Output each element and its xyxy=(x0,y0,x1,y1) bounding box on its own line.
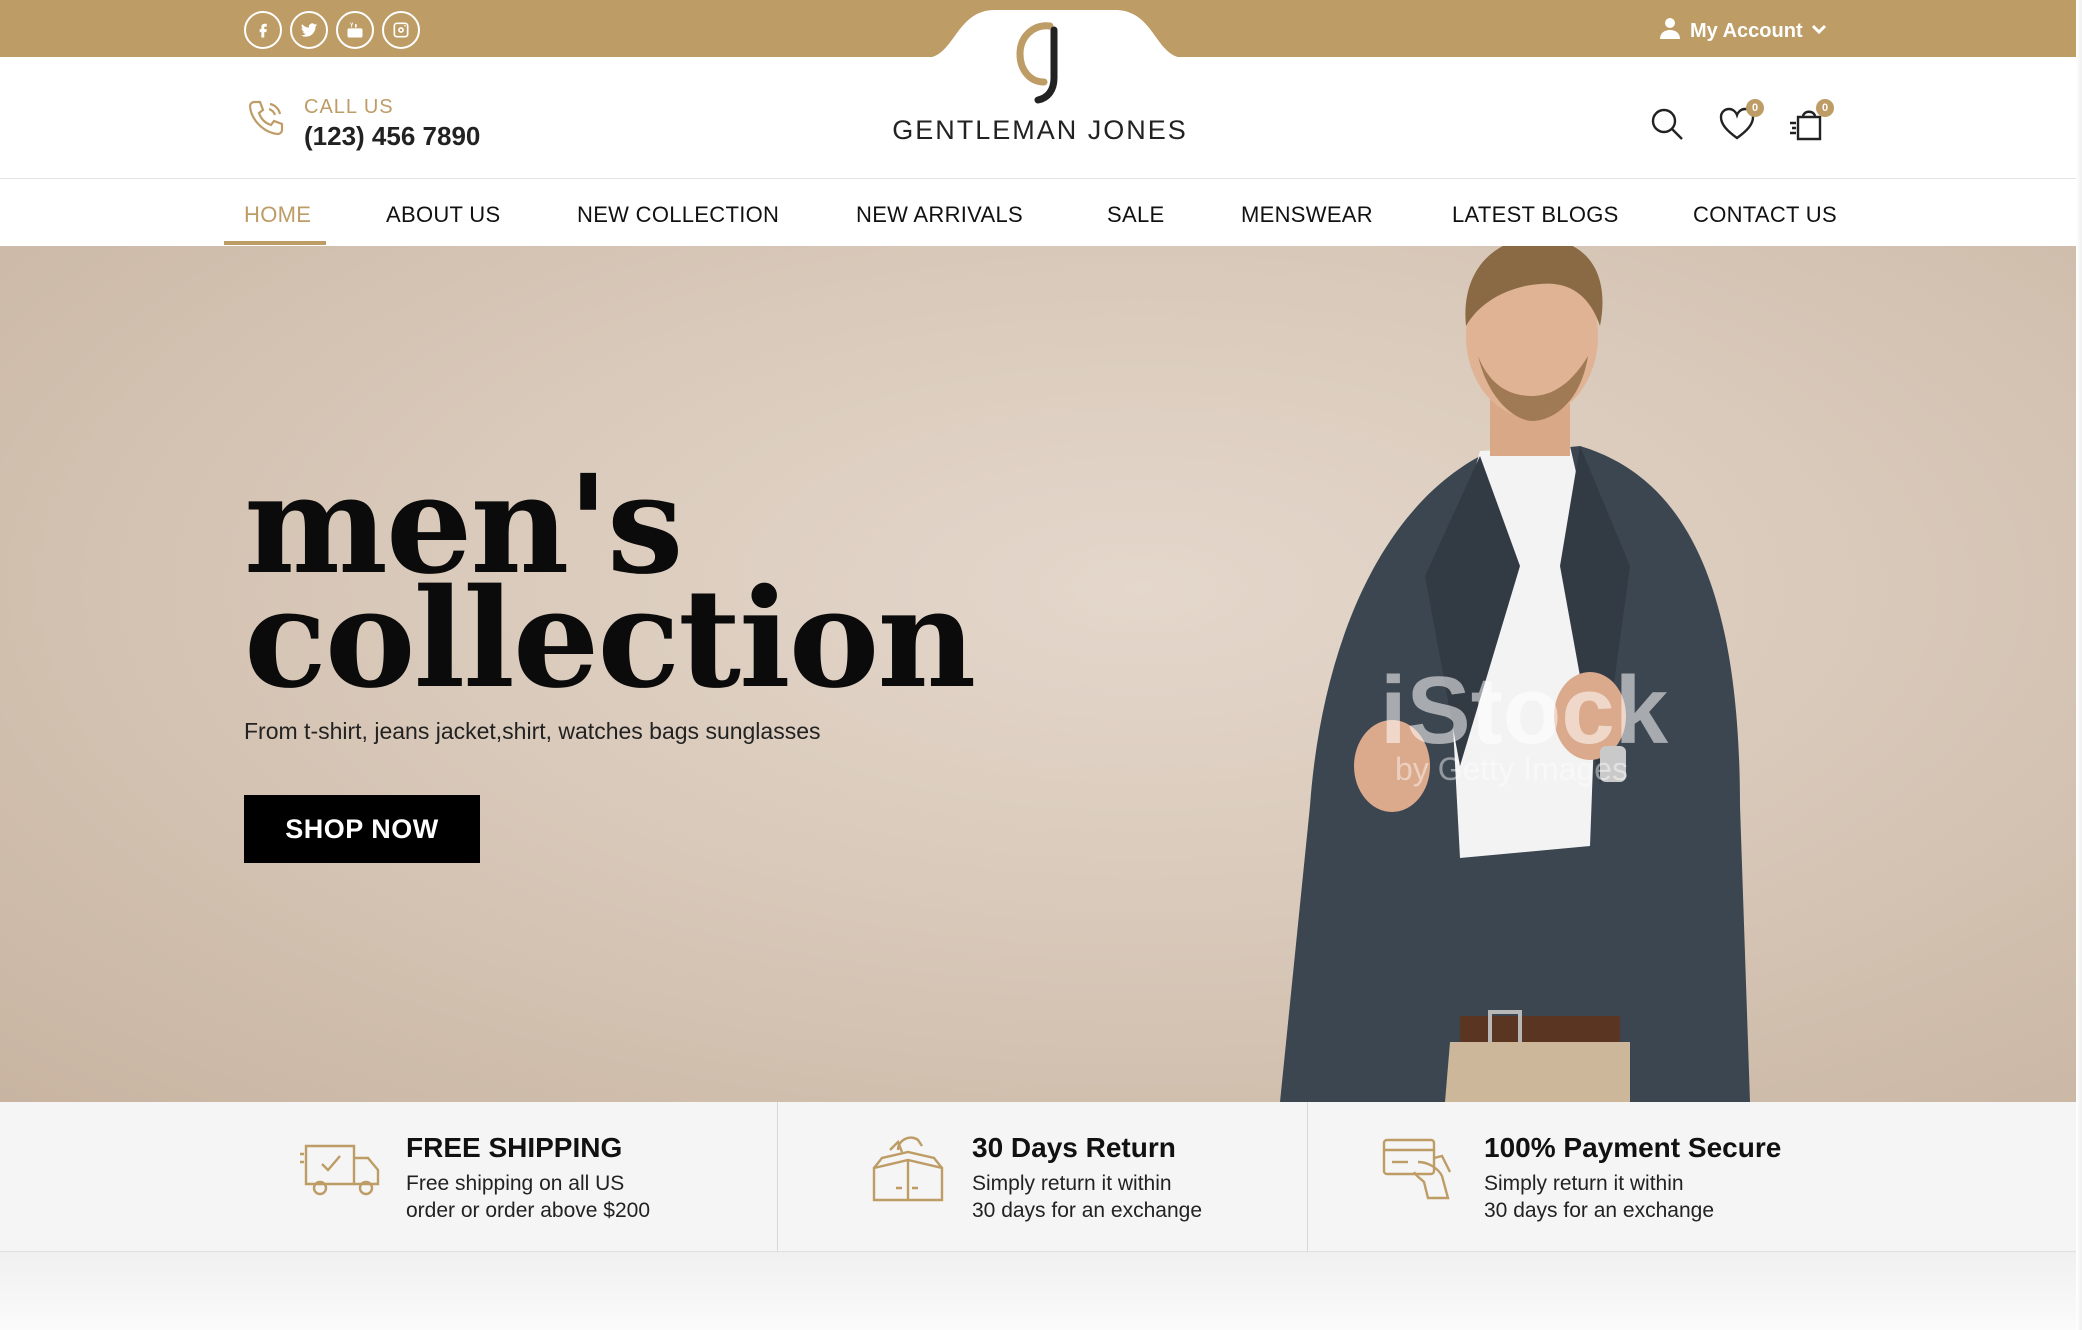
user-icon xyxy=(1658,16,1682,46)
card-payment-icon xyxy=(1378,1132,1462,1224)
phone-number[interactable]: (123) 456 7890 xyxy=(304,121,480,152)
nav-about-us[interactable]: ABOUT US xyxy=(386,202,500,228)
main-nav: HOME ABOUT US NEW COLLECTION NEW ARRIVAL… xyxy=(0,180,2076,246)
feature-text-line2: 30 days for an exchange xyxy=(972,1199,1202,1222)
brand-logo-mark[interactable] xyxy=(1010,18,1078,106)
my-account-menu[interactable]: My Account xyxy=(1658,16,1827,46)
feature-free-shipping: FREE SHIPPING Free shipping on all US or… xyxy=(300,1132,650,1224)
nav-sale[interactable]: SALE xyxy=(1107,202,1164,228)
shop-now-button[interactable]: SHOP NOW xyxy=(244,795,480,863)
search-icon[interactable] xyxy=(1648,105,1688,145)
nav-latest-blogs[interactable]: LATEST BLOGS xyxy=(1452,202,1619,228)
wishlist-button[interactable]: 0 xyxy=(1718,99,1764,147)
shopping-bag-icon xyxy=(1788,110,1826,147)
nav-menswear[interactable]: MENSWEAR xyxy=(1241,202,1373,228)
return-box-icon xyxy=(866,1132,950,1224)
window-edge xyxy=(2076,0,2082,1330)
feature-title: 30 Days Return xyxy=(972,1132,1176,1163)
facebook-icon[interactable] xyxy=(244,11,282,49)
nav-new-arrivals[interactable]: NEW ARRIVALS xyxy=(856,202,1023,228)
nav-active-indicator xyxy=(224,241,326,245)
twitter-icon[interactable] xyxy=(290,11,328,49)
feature-text-line1: Free shipping on all US xyxy=(406,1172,625,1195)
cart-count-badge: 0 xyxy=(1816,99,1834,117)
chevron-down-icon xyxy=(1811,20,1827,43)
call-us[interactable]: CALL US (123) 456 7890 xyxy=(244,96,480,152)
feature-payment-secure: 100% Payment Secure Simply return it wit… xyxy=(1378,1132,1781,1224)
hero-subtitle: From t-shirt, jeans jacket,shirt, watche… xyxy=(244,718,821,744)
social-links xyxy=(244,11,420,49)
header-actions: 0 0 xyxy=(1648,99,1834,147)
nav-contact-us[interactable]: CONTACT US xyxy=(1693,202,1837,228)
feature-text-line2: order or order above $200 xyxy=(406,1199,650,1222)
call-us-label: CALL US xyxy=(304,96,394,118)
feature-30-days-return: 30 Days Return Simply return it within 3… xyxy=(866,1132,1202,1224)
feature-text-line1: Simply return it within xyxy=(972,1172,1172,1195)
feature-text-line1: Simply return it within xyxy=(1484,1172,1684,1195)
page-footer-strip xyxy=(0,1252,2076,1330)
wishlist-count-badge: 0 xyxy=(1746,99,1764,117)
feature-title: FREE SHIPPING xyxy=(406,1132,623,1163)
feature-title: 100% Payment Secure xyxy=(1484,1132,1782,1163)
brand-name[interactable]: GENTLEMAN JONES xyxy=(880,115,1200,146)
stock-watermark-sub: by Getty Images xyxy=(1395,751,1628,787)
truck-icon xyxy=(300,1132,384,1224)
youtube-icon[interactable] xyxy=(336,11,374,49)
instagram-icon[interactable] xyxy=(382,11,420,49)
hero-title: men's collection xyxy=(244,457,976,719)
nav-home[interactable]: HOME xyxy=(244,202,311,228)
feature-text-line2: 30 days for an exchange xyxy=(1484,1199,1714,1222)
hero-banner: iStock by Getty Images men's collection … xyxy=(0,246,2076,1102)
stock-watermark: iStock xyxy=(1380,657,1669,764)
nav-new-collection[interactable]: NEW COLLECTION xyxy=(577,202,779,228)
feature-divider xyxy=(1307,1102,1308,1252)
cart-button[interactable]: 0 xyxy=(1788,99,1834,147)
feature-divider xyxy=(777,1102,778,1252)
page: My Account GENTLEMAN JONES CALL US (123)… xyxy=(0,0,2082,1330)
features-bar: FREE SHIPPING Free shipping on all US or… xyxy=(0,1102,2076,1252)
phone-icon xyxy=(244,96,288,145)
heart-icon xyxy=(1718,107,1756,147)
hero-title-line2: collection xyxy=(244,559,976,719)
my-account-label: My Account xyxy=(1690,19,1803,42)
